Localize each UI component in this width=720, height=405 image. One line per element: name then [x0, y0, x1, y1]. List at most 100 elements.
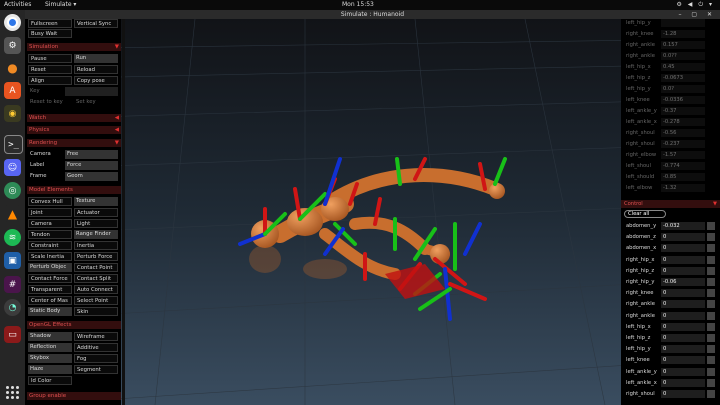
reset-button[interactable]: Reset — [28, 65, 72, 74]
control-slider[interactable] — [707, 356, 715, 365]
toggle-haze[interactable]: Haze — [28, 365, 72, 374]
activities-button[interactable]: Activities — [4, 1, 31, 8]
show-apps-icon[interactable] — [6, 386, 19, 399]
toggle-texture[interactable]: Texture — [74, 197, 118, 206]
control-slider[interactable] — [707, 334, 715, 342]
control-slider[interactable] — [707, 322, 715, 331]
control-value-field[interactable]: 0 — [661, 378, 705, 387]
control-slider[interactable] — [707, 244, 715, 253]
toggle-scale-inertia[interactable]: Scale Inertia — [28, 252, 72, 261]
render-viewport[interactable] — [25, 19, 720, 405]
toggle-center-of-mass[interactable]: Center of Mas — [28, 296, 72, 305]
toggle-camera[interactable]: Camera — [28, 219, 72, 228]
control-value-field[interactable]: 0 — [661, 322, 705, 331]
spotify-icon[interactable]: ≋ — [4, 229, 21, 246]
set-key-button[interactable]: Set key — [74, 98, 118, 107]
terminal-icon[interactable]: >_ — [4, 135, 23, 154]
control-value-field[interactable]: 0 — [661, 300, 705, 309]
clock[interactable]: Mon 15:53 — [342, 1, 374, 8]
toggle-constraint[interactable]: Constraint — [28, 241, 72, 250]
pause-button[interactable]: Pause — [28, 54, 72, 63]
control-slider[interactable] — [707, 278, 715, 286]
control-slider[interactable] — [707, 345, 715, 354]
app-menu[interactable]: Simulate ▾ — [45, 1, 76, 8]
globe-icon[interactable]: ◎ — [4, 182, 21, 199]
reload-button[interactable]: Reload — [74, 65, 118, 74]
toggle-auto-connect[interactable]: Auto Connect — [74, 285, 118, 294]
toggle-perturb-force[interactable]: Perturb Force — [74, 252, 118, 261]
toggle-joint[interactable]: Joint — [28, 208, 72, 217]
section-watch[interactable]: Watch ◀ — [27, 114, 121, 122]
section-model-elements[interactable]: Model Elements — [27, 186, 121, 194]
control-value-field[interactable]: 0 — [661, 334, 705, 342]
toggle-wireframe[interactable]: Wireframe — [74, 332, 118, 341]
chrome-icon[interactable] — [4, 14, 21, 31]
control-value-field[interactable]: 0 — [661, 311, 705, 320]
toggle-contact-split[interactable]: Contact Split — [74, 274, 118, 283]
clear-all-button[interactable]: Clear all — [624, 210, 666, 218]
align-button[interactable]: Align — [28, 76, 72, 85]
control-value-field[interactable]: 0 — [661, 244, 705, 253]
section-physics[interactable]: Physics ◀ — [27, 126, 121, 134]
toggle-tendon[interactable]: Tendon — [28, 230, 72, 239]
blender-icon[interactable]: ● — [4, 59, 21, 76]
dashboard-icon[interactable]: ◔ — [4, 299, 21, 316]
section-simulation[interactable]: Simulation ▼ — [27, 43, 121, 51]
control-value-field[interactable]: 0 — [661, 390, 705, 398]
run-button[interactable]: Run — [74, 54, 118, 63]
control-slider[interactable] — [707, 367, 715, 376]
software-center-icon[interactable]: A — [4, 82, 21, 99]
control-slider[interactable] — [707, 233, 715, 242]
control-slider[interactable] — [707, 266, 715, 275]
fullscreen-button[interactable]: Fullscreen — [28, 19, 72, 28]
section-opengl-effects[interactable]: OpenGL Effects — [27, 321, 121, 329]
control-value-field[interactable]: 0 — [661, 289, 705, 298]
reset-to-key-button[interactable]: Reset to key — [28, 98, 72, 107]
system-tray[interactable]: ⚙ ◀ ⏻ ▾ — [677, 1, 714, 9]
toggle-id-color[interactable]: Id Color — [28, 376, 72, 385]
control-value-field[interactable]: -0.06 — [661, 278, 705, 286]
toggle-skin[interactable]: Skin — [74, 307, 118, 316]
slack-icon[interactable]: # — [4, 276, 21, 293]
toggle-additive[interactable]: Additive — [74, 343, 118, 352]
control-value-field[interactable]: 0 — [661, 345, 705, 354]
toggle-inertia[interactable]: Inertia — [74, 241, 118, 250]
toggle-perturb-object[interactable]: Perturb Objec — [28, 263, 72, 272]
frame-select[interactable]: Geom — [65, 172, 118, 181]
toggle-convex-hull[interactable]: Convex Hull — [28, 197, 72, 206]
control-value-field[interactable]: -0.032 — [661, 222, 705, 230]
toggle-select-point[interactable]: Select Point — [74, 296, 118, 305]
left-panel-scrollbar[interactable] — [122, 19, 125, 405]
toggle-light[interactable]: Light — [74, 219, 118, 228]
toggle-actuator[interactable]: Actuator — [74, 208, 118, 217]
window-controls[interactable]: – ▢ ✕ — [678, 10, 716, 19]
control-value-field[interactable]: 0 — [661, 266, 705, 275]
section-group-enable[interactable]: Group enable — [27, 392, 121, 400]
toggle-shadow[interactable]: Shadow — [28, 332, 72, 341]
control-slider[interactable] — [707, 378, 715, 387]
control-value-field[interactable]: 0 — [661, 233, 705, 242]
toggle-skybox[interactable]: Skybox — [28, 354, 72, 363]
toggle-transparent[interactable]: Transparent — [28, 285, 72, 294]
virtualbox-icon[interactable]: ▣ — [4, 252, 21, 269]
toggle-segment[interactable]: Segment — [74, 365, 118, 374]
toggle-fog[interactable]: Fog — [74, 354, 118, 363]
control-slider[interactable] — [707, 390, 715, 398]
gear-settings-icon[interactable]: ⚙ — [4, 37, 21, 54]
control-value-field[interactable]: 0 — [661, 255, 705, 264]
control-value-field[interactable]: 0 — [661, 356, 705, 365]
key-slider[interactable] — [65, 87, 118, 96]
firefox-icon[interactable]: ◉ — [4, 105, 21, 122]
camera-select[interactable]: Free — [65, 150, 118, 159]
copy-pose-button[interactable]: Copy pose — [74, 76, 118, 85]
control-slider[interactable] — [707, 311, 715, 320]
toggle-reflection[interactable]: Reflection — [28, 343, 72, 352]
discord-icon[interactable]: ☺ — [4, 159, 21, 176]
control-value-field[interactable]: 0 — [661, 367, 705, 376]
vertical-sync-button[interactable]: Vertical Sync — [74, 19, 118, 28]
toggle-range-finder[interactable]: Range Finder — [74, 230, 118, 239]
control-slider[interactable] — [707, 300, 715, 309]
toggle-static-body[interactable]: Static Body — [28, 307, 72, 316]
toggle-contact-point[interactable]: Contact Point — [74, 263, 118, 272]
toggle-contact-force[interactable]: Contact Force — [28, 274, 72, 283]
